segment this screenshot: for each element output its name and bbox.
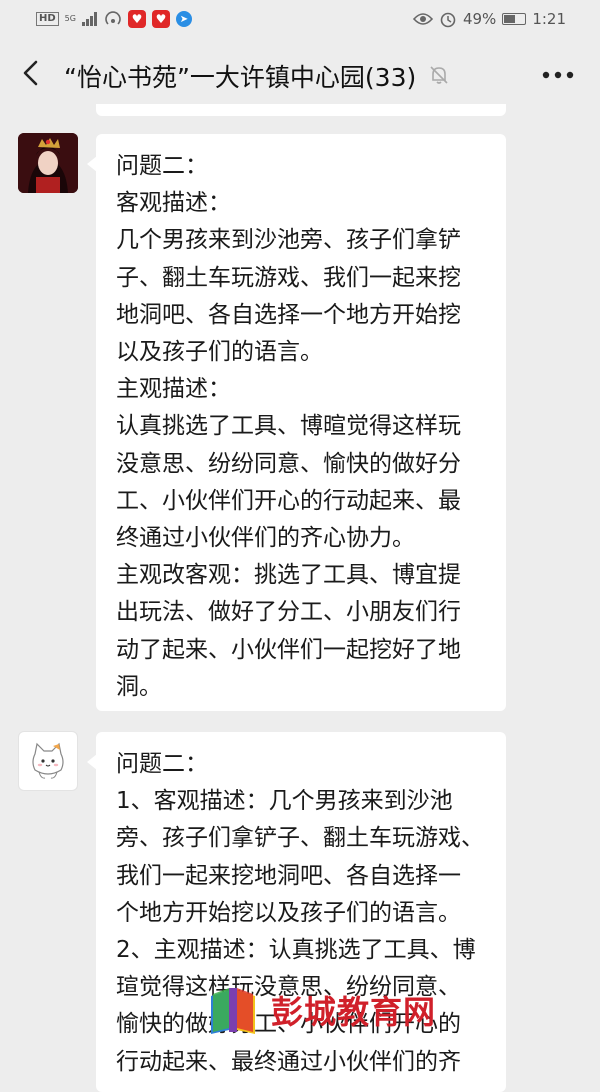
message-line: 子、翻土车玩游戏、我们一起来挖 bbox=[116, 264, 461, 291]
clock: 1:21 bbox=[532, 10, 566, 28]
message-line: 我们一起来挖地洞吧、各自选择一 bbox=[116, 862, 461, 889]
message-bubble[interactable]: 问题二： 客观描述： 几个男孩来到沙池旁、孩子们拿铲 子、翻土车玩游戏、我们一起… bbox=[87, 134, 506, 711]
avatar-portrait-image bbox=[18, 133, 78, 193]
battery-percent: 49% bbox=[462, 10, 497, 28]
mute-bell-icon bbox=[430, 66, 448, 84]
signal-icon bbox=[81, 12, 97, 26]
message-line: 出玩法、做好了分工、小朋友们行 bbox=[116, 599, 461, 626]
message-line: 个地方开始挖以及孩子们的语言。 bbox=[116, 899, 461, 926]
alarm-icon bbox=[440, 12, 456, 28]
site-watermark: 彭城教育网 bbox=[205, 980, 475, 1040]
message-line: 问题二： bbox=[116, 751, 208, 777]
sender-avatar[interactable] bbox=[18, 133, 78, 193]
message-line: 认真挑选了工具、博暄觉得这样玩 bbox=[116, 413, 461, 440]
cat-avatar-icon bbox=[32, 742, 64, 779]
message-line: 几个男孩来到沙池旁、孩子们拿铲 bbox=[116, 227, 461, 254]
app-notification-icon: ♥ bbox=[127, 10, 146, 28]
message-line: 2、主观描述：认真挑选了工具、博 bbox=[116, 937, 476, 964]
message-line: 主观描述： bbox=[116, 376, 231, 403]
hotspot-icon bbox=[105, 11, 121, 25]
message-line: 以及孩子们的语言。 bbox=[116, 339, 323, 366]
message-line: 洞。 bbox=[116, 673, 162, 700]
status-bar: HD 5G ♥ ♥ ➤ 49% 1:21 bbox=[0, 0, 600, 38]
message-line: 客观描述： bbox=[116, 190, 231, 217]
app-notification-icon-3: ➤ bbox=[175, 11, 192, 27]
message-line: 1、客观描述：几个男孩来到沙池 bbox=[116, 788, 453, 815]
message-line: 动了起来、小伙伴们一起挖好了地 bbox=[116, 636, 461, 663]
network-5g-indicator: 5G bbox=[64, 14, 76, 23]
chat-title: “怡心书苑”一大许镇中心园(33) bbox=[64, 63, 417, 92]
message-line: 旁、孩子们拿铲子、翻土车玩游戏、 bbox=[116, 825, 484, 852]
sender-avatar[interactable] bbox=[18, 731, 78, 791]
hd-indicator: HD bbox=[36, 12, 59, 26]
message-line: 没意思、纷纷同意、愉快的做好分 bbox=[116, 450, 461, 477]
battery-icon bbox=[502, 13, 527, 25]
previous-message-bubble bbox=[96, 104, 506, 116]
more-options-icon[interactable] bbox=[542, 71, 574, 79]
watermark-text: 彭城教育网 bbox=[271, 993, 437, 1031]
message-line: 地洞吧、各自选择一个地方开始挖 bbox=[116, 301, 461, 328]
message-line: 主观改客观：挑选了工具、博宜提 bbox=[116, 562, 461, 589]
eye-icon bbox=[412, 13, 433, 25]
chat-header: “怡心书苑”一大许镇中心园(33) bbox=[0, 38, 600, 110]
message-line: 行动起来、最终通过小伙伴们的齐 bbox=[116, 1048, 461, 1075]
message-line: 工、小伙伴们开心的行动起来、最 bbox=[116, 487, 461, 514]
app-notification-icon-2: ♥ bbox=[151, 10, 170, 28]
book-logo-icon bbox=[211, 988, 255, 1034]
message-line: 问题二： bbox=[116, 153, 208, 179]
message-line: 终通过小伙伴们的齐心协力。 bbox=[116, 525, 415, 552]
back-arrow-icon[interactable] bbox=[16, 58, 46, 88]
